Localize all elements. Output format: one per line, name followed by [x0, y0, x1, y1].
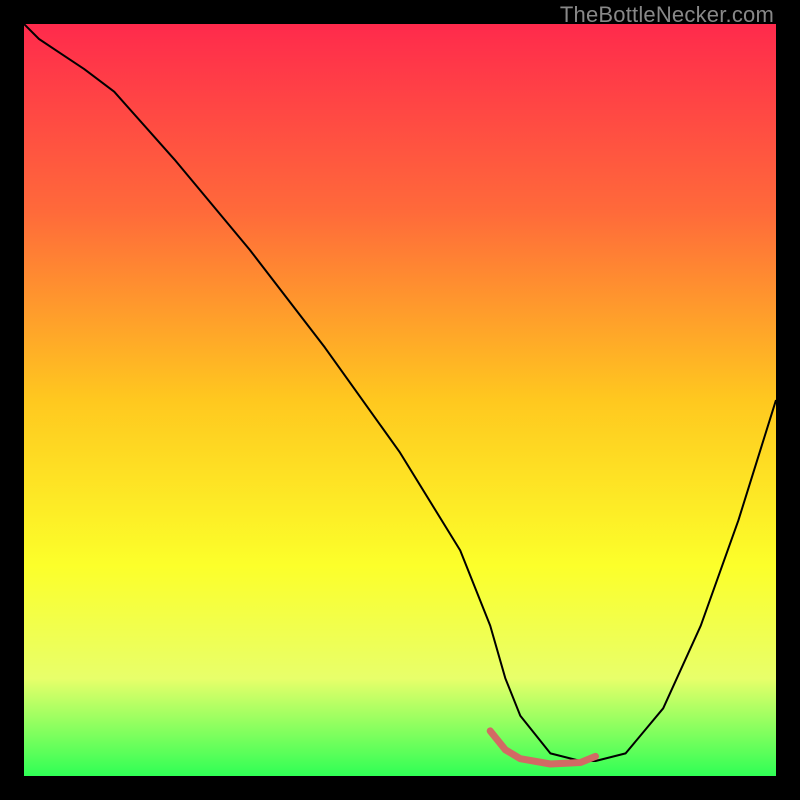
chart-background — [24, 24, 776, 776]
bottleneck-chart — [24, 24, 776, 776]
watermark-text: TheBottleNecker.com — [560, 2, 774, 28]
chart-frame — [24, 24, 776, 776]
